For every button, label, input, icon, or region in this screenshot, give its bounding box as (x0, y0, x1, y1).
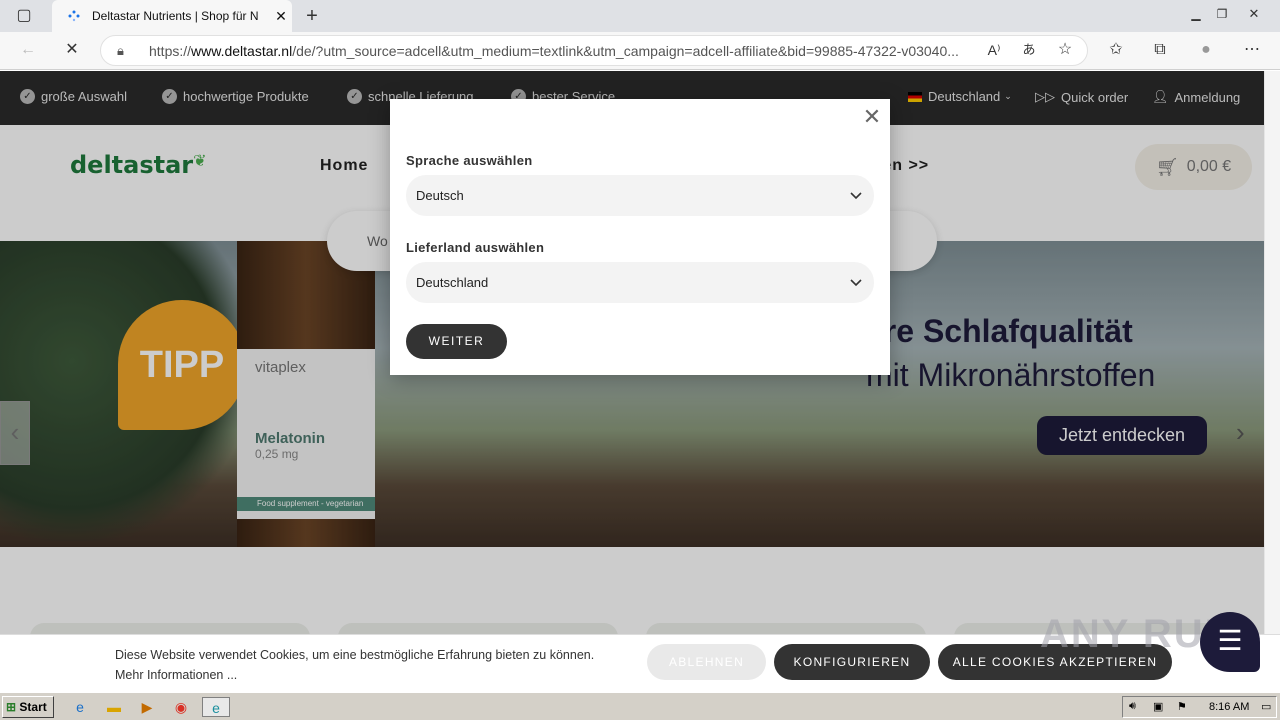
reject-cookies-button[interactable]: ABLEHNEN (647, 644, 766, 680)
window-close-icon[interactable]: ✕ (1242, 2, 1266, 26)
url-prefix: https:// (149, 43, 192, 59)
start-button[interactable]: ⊞ Start (2, 696, 54, 718)
back-icon[interactable]: ← (16, 38, 40, 62)
address-field[interactable]: 🔒︎ https://www.deltastar.nl/de/?utm_sour… (100, 35, 1088, 66)
country-label: Lieferland auswählen (406, 240, 545, 255)
browser-tab-strip: ▢ Deltastar Nutrients | Shop für N ✕ + ▁… (0, 0, 1280, 32)
translate-icon[interactable]: あ (1017, 38, 1041, 62)
address-toolbar: ← ✕ 🔒︎ https://www.deltastar.nl/de/?utm_… (0, 32, 1280, 70)
ie-icon[interactable]: e (70, 697, 90, 717)
restore-icon[interactable]: ❐ (1210, 2, 1234, 26)
locale-modal: ✕ Sprache auswählen Deutsch Lieferland a… (390, 99, 890, 375)
lock-icon: 🔒︎ (117, 43, 124, 58)
browser-tab[interactable]: Deltastar Nutrients | Shop für N ✕ (52, 0, 292, 32)
configure-cookies-button[interactable]: KONFIGURIEREN (774, 644, 930, 680)
edge-icon[interactable]: e (202, 697, 230, 717)
windows-logo-icon: ⊞ (6, 700, 17, 714)
language-value: Deutsch (416, 188, 464, 203)
cookie-text: Diese Website verwendet Cookies, um eine… (115, 648, 595, 682)
profile-avatar[interactable]: ● (1194, 38, 1218, 62)
collections-icon[interactable]: ⧉ (1148, 38, 1172, 62)
language-select[interactable]: Deutsch (406, 175, 874, 216)
tab-title: Deltastar Nutrients | Shop für N (92, 9, 259, 23)
chevron-down-icon (850, 175, 862, 216)
system-tray: 🔊︎ ▣ ⚑ 8:16 AM ▭ (1122, 696, 1277, 718)
chat-menu-icon[interactable]: ☰ (1200, 612, 1260, 672)
url-rest: /de/?utm_source=adcell&utm_medium=textli… (292, 43, 959, 59)
clock: 8:16 AM (1209, 701, 1250, 713)
network-icon[interactable]: ▣ (1153, 700, 1163, 713)
show-desktop-icon[interactable]: ▭ (1261, 700, 1271, 713)
chrome-icon[interactable]: ◉ (171, 697, 191, 717)
settings-menu-icon[interactable]: ⋯ (1240, 38, 1264, 62)
close-icon[interactable]: ✕ (860, 105, 884, 129)
tab-actions-icon[interactable]: ▢ (12, 4, 36, 28)
page-scrollbar[interactable] (1264, 71, 1280, 634)
close-tab-icon[interactable]: ✕ (270, 8, 292, 25)
stop-loading-icon[interactable]: ✕ (60, 38, 84, 62)
new-tab-icon[interactable]: + (300, 4, 324, 28)
folder-icon[interactable]: ▬ (104, 697, 124, 717)
country-select[interactable]: Deutschland (406, 262, 874, 303)
start-label: Start (19, 700, 47, 714)
favorites-icon[interactable]: ✩ (1104, 38, 1128, 62)
url-domain: www.deltastar.nl (191, 43, 293, 59)
minimize-icon[interactable]: ▁ (1184, 2, 1208, 26)
language-label: Sprache auswählen (406, 153, 533, 168)
add-favorite-icon[interactable]: ☆ (1053, 38, 1077, 62)
flag-icon[interactable]: ⚑ (1177, 700, 1187, 713)
read-aloud-icon[interactable]: A⁾ (982, 38, 1006, 62)
chevron-down-icon (850, 262, 862, 303)
continue-button[interactable]: WEITER (406, 324, 507, 359)
volume-icon[interactable]: 🔊︎ (1129, 700, 1136, 713)
country-value: Deutschland (416, 275, 489, 290)
loading-icon (66, 8, 82, 24)
taskbar: ⊞ Start e ▬ ▶ ◉ e 🔊︎ ▣ ⚑ 8:16 AM ▭ (0, 692, 1280, 720)
media-player-icon[interactable]: ▶ (137, 697, 157, 717)
